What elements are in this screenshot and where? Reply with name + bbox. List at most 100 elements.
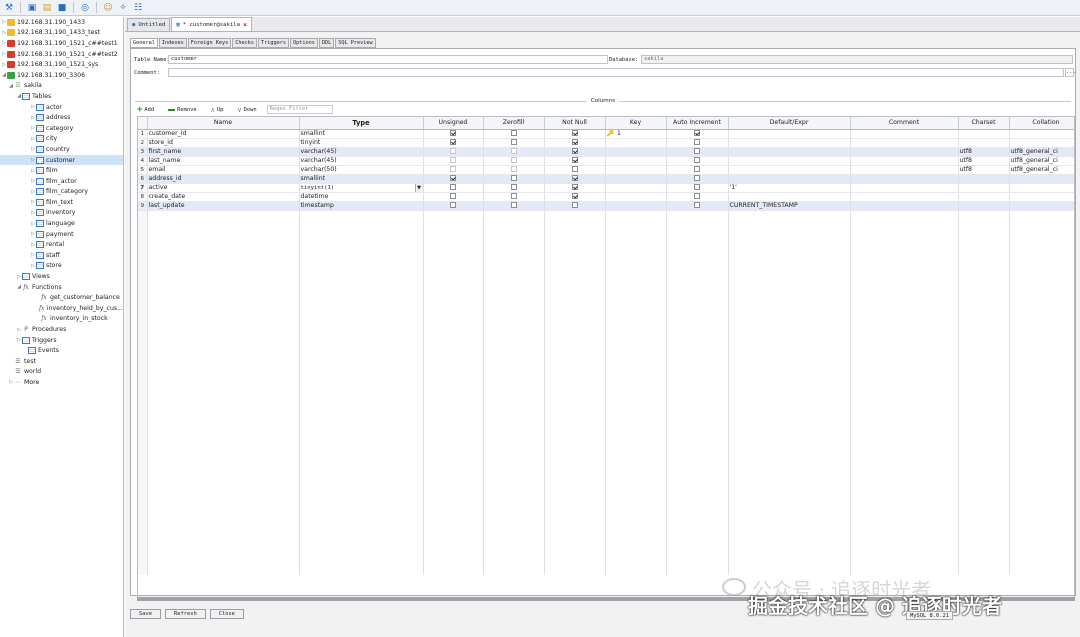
clipboard-icon[interactable]: ☷ xyxy=(132,2,144,14)
table-item-film[interactable]: ▷ film xyxy=(0,165,123,176)
default-cell[interactable] xyxy=(728,174,851,185)
close-tab-icon[interactable]: × xyxy=(243,21,247,29)
table-row[interactable]: 9 last_update timestamp CURRENT_TIMESTAMP xyxy=(138,201,1074,212)
auto-increment-checkbox[interactable] xyxy=(694,129,700,136)
key-cell[interactable] xyxy=(605,147,667,157)
charset-cell[interactable] xyxy=(958,129,1010,139)
table-row[interactable]: 2 store_id tinyint xyxy=(138,138,1074,148)
notnull-checkbox[interactable] xyxy=(571,138,578,145)
charset-cell[interactable]: utf8 xyxy=(958,156,1010,166)
comment-cell[interactable] xyxy=(850,183,959,194)
unsigned-checkbox[interactable] xyxy=(450,202,456,209)
add-column-button[interactable]: + Add xyxy=(137,105,154,115)
binoculars-icon[interactable]: ◎ xyxy=(79,2,91,14)
subtab-sql-preview[interactable]: SQL Preview xyxy=(335,38,376,48)
column-name-cell[interactable]: first_name xyxy=(147,147,300,157)
table-item-customer[interactable]: ▷ customer xyxy=(0,154,123,166)
notnull-checkbox[interactable] xyxy=(571,202,578,209)
comment-cell[interactable] xyxy=(850,156,959,166)
triggers-folder[interactable]: ▷ Triggers xyxy=(0,335,123,346)
table-row[interactable]: 6 address_id smallint xyxy=(138,174,1074,185)
column-name-cell[interactable]: last_name xyxy=(147,156,300,166)
charset-cell[interactable] xyxy=(958,174,1010,185)
function-item[interactable]: fx get_customer_balance xyxy=(0,292,123,303)
move-up-button[interactable]: ∧ Up xyxy=(211,106,224,114)
charset-cell[interactable] xyxy=(958,183,1010,194)
comment-cell[interactable] xyxy=(850,174,959,185)
comment-cell[interactable] xyxy=(850,147,959,157)
comment-cell[interactable] xyxy=(850,201,959,212)
subtab-general[interactable]: General xyxy=(130,38,158,48)
column-type-cell[interactable]: varchar(50) xyxy=(299,165,424,175)
table-item-category[interactable]: ▷ category xyxy=(0,123,123,134)
subtab-options[interactable]: Options xyxy=(289,38,318,48)
collation-cell[interactable]: utf8_general_ci xyxy=(1009,147,1074,157)
auto-increment-checkbox[interactable] xyxy=(694,147,700,154)
auto-increment-checkbox[interactable] xyxy=(694,165,700,172)
auto-increment-checkbox[interactable] xyxy=(694,184,700,191)
key-cell[interactable]: 🔑 1 xyxy=(605,129,667,139)
server-item[interactable]: ▷ 192.168.31.190_1521_sys xyxy=(0,59,123,70)
table-item-rental[interactable]: ▷ rental xyxy=(0,239,123,250)
column-name-cell[interactable]: customer_id xyxy=(147,129,300,139)
column-type-cell[interactable]: datetime xyxy=(299,192,424,203)
zerofill-checkbox[interactable] xyxy=(510,165,517,172)
key-cell[interactable] xyxy=(605,192,667,203)
zerofill-checkbox[interactable] xyxy=(510,138,517,145)
comment-field[interactable] xyxy=(168,68,1064,77)
column-type-cell[interactable]: smallint xyxy=(299,174,424,185)
connect-icon[interactable]: ⚒ xyxy=(3,2,15,14)
default-cell[interactable] xyxy=(728,147,851,157)
remove-column-button[interactable]: Remove xyxy=(168,107,197,113)
subtab-indexes[interactable]: Indexes xyxy=(158,38,187,48)
key-cell[interactable] xyxy=(605,156,667,166)
function-item[interactable]: fx inventory_held_by_cus... xyxy=(0,303,123,314)
notnull-checkbox[interactable] xyxy=(571,156,578,163)
column-type-cell[interactable]: tinyint(1) ▼ xyxy=(299,183,424,194)
save-icon[interactable]: ■ xyxy=(56,2,68,14)
default-cell[interactable] xyxy=(728,165,851,175)
comment-cell[interactable] xyxy=(850,138,959,148)
server-item[interactable]: ◢ 192.168.31.190_3306 xyxy=(0,70,123,81)
user-icon[interactable]: ☺ xyxy=(102,2,114,14)
auto-increment-checkbox[interactable] xyxy=(694,175,700,182)
comment-cell[interactable] xyxy=(850,129,959,139)
table-item-city[interactable]: ▷ city xyxy=(0,134,123,145)
unsigned-checkbox[interactable] xyxy=(450,147,456,154)
notnull-checkbox[interactable] xyxy=(571,147,578,154)
key-cell[interactable] xyxy=(605,201,667,212)
table-item-film_text[interactable]: ▷ film_text xyxy=(0,197,123,208)
events-folder[interactable]: Events xyxy=(0,345,123,356)
key-cell[interactable] xyxy=(605,138,667,148)
subtab-ddl[interactable]: DDL xyxy=(318,38,335,48)
column-type-cell[interactable]: varchar(45) xyxy=(299,156,424,166)
procedures-folder[interactable]: ▷ P Procedures xyxy=(0,324,123,335)
charset-cell[interactable] xyxy=(958,192,1010,203)
collation-cell[interactable] xyxy=(1009,129,1074,139)
table-item-inventory[interactable]: ▷ inventory xyxy=(0,208,123,219)
key-cell[interactable] xyxy=(605,174,667,185)
default-cell[interactable] xyxy=(728,192,851,203)
charset-cell[interactable] xyxy=(958,138,1010,148)
database-sakila[interactable]: ◢ ☷ sakila xyxy=(0,81,123,92)
auto-increment-checkbox[interactable] xyxy=(694,156,700,163)
table-item-staff[interactable]: ▷ staff xyxy=(0,250,123,261)
function-item[interactable]: fx inventory_in_stock xyxy=(0,314,123,325)
close-button[interactable]: Close xyxy=(209,609,244,619)
table-row[interactable]: 1 customer_id smallint 🔑 1 xyxy=(138,129,1074,139)
table-row[interactable]: 7 active tinyint(1) ▼ '1' xyxy=(138,183,1074,194)
table-item-payment[interactable]: ▷ payment xyxy=(0,229,123,240)
default-cell[interactable]: CURRENT_TIMESTAMP xyxy=(728,201,851,212)
zerofill-checkbox[interactable] xyxy=(510,129,517,136)
wand-icon[interactable]: ✧ xyxy=(117,2,129,14)
default-cell[interactable] xyxy=(728,156,851,166)
dropdown-arrow-icon[interactable]: ▼ xyxy=(414,184,422,192)
column-type-cell[interactable]: smallint xyxy=(299,129,424,139)
default-cell[interactable]: '1' xyxy=(728,183,851,194)
comment-cell[interactable] xyxy=(850,165,959,175)
column-name-cell[interactable]: store_id xyxy=(147,138,300,148)
zerofill-checkbox[interactable] xyxy=(510,184,517,191)
server-item[interactable]: ▷ 192.168.31.190_1521_c##test2 xyxy=(0,49,123,60)
unsigned-checkbox[interactable] xyxy=(450,156,456,163)
table-item-store[interactable]: ▷ store xyxy=(0,261,123,272)
